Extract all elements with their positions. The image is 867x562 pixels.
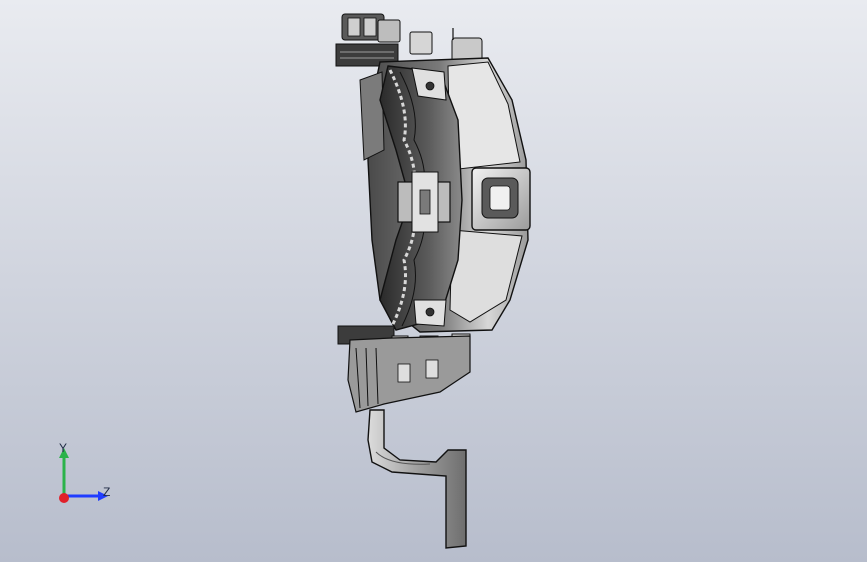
cad-model[interactable] <box>0 0 867 562</box>
3d-viewport[interactable]: Y Z <box>0 0 867 562</box>
z-axis-label: Z <box>103 485 111 499</box>
y-axis-label: Y <box>59 441 68 455</box>
center-lens-module <box>471 167 531 231</box>
bottom-bracket <box>367 409 467 549</box>
lower-rib-frame <box>347 335 471 413</box>
top-connectors <box>335 13 483 67</box>
